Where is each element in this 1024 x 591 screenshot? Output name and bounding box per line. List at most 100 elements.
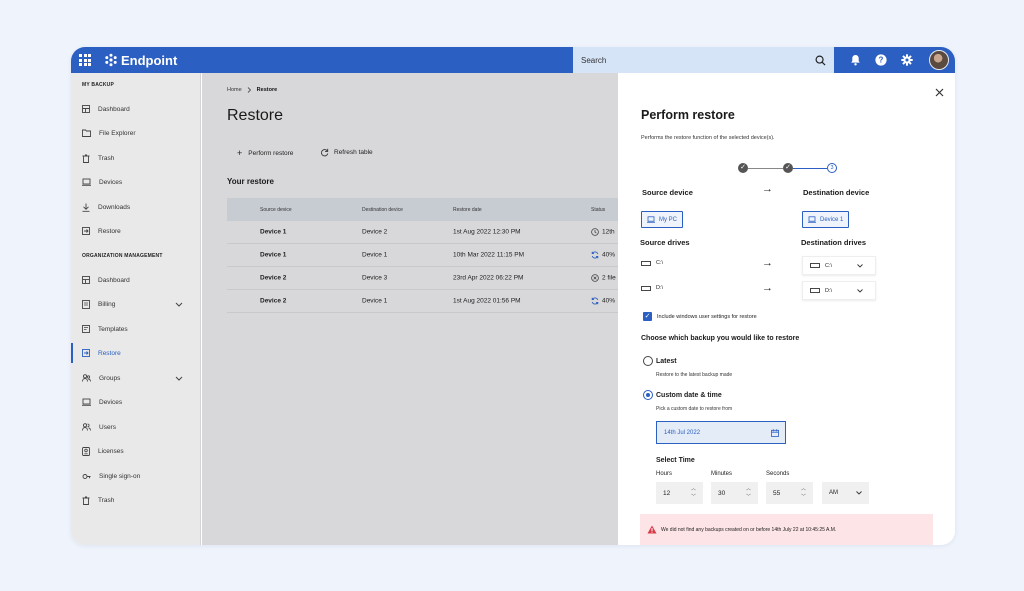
sidebar-item-label: Restore [98,349,121,357]
logo-icon [105,53,117,67]
avatar[interactable] [929,50,949,70]
sidebar-item-label: Downloads [98,203,131,211]
restore-icon [82,227,90,235]
users-icon [82,423,91,431]
ampm-select[interactable]: AM [822,482,869,504]
seconds-stepper[interactable]: 55 ︿ ﹀ [766,482,813,504]
source-device-chip[interactable]: My PC [641,211,683,228]
trash-icon [82,154,90,163]
destination-device-label: Destination device [803,188,870,197]
licenses-icon [82,446,90,456]
drive-icon [810,288,820,293]
cell-date: 10th Mar 2022 11:15 PM [453,251,525,259]
date-input[interactable]: 14th Jul 2022 [656,421,786,444]
cell-destination: Device 1 [362,251,388,259]
search-input[interactable] [581,55,815,65]
close-icon[interactable] [935,88,944,97]
cell-source: Device 1 [260,251,287,259]
minutes-value: 30 [718,489,726,497]
sidebar-heading-org: ORGANIZATION MANAGEMENT [82,253,163,259]
calendar-icon[interactable] [771,428,779,437]
sidebar-item-licenses[interactable]: Licenses [71,441,201,461]
stepper-arrows-icon[interactable]: ︿ ﹀ [691,485,696,501]
bell-icon[interactable] [850,54,861,66]
panel-title: Perform restore [641,108,735,122]
source-device-label: Source device [642,188,693,197]
drive-icon [641,260,651,266]
sidebar-item-org-trash[interactable]: Trash [71,490,201,510]
chevron-down-icon[interactable] [175,302,183,307]
table-row[interactable]: Device 1 Device 1 10th Mar 2022 11:15 PM… [227,244,622,267]
column-header-destination[interactable]: Destination device [362,207,403,213]
search-bar [573,47,834,73]
chevron-right-icon [247,87,251,93]
sidebar-item-file-explorer[interactable]: File Explorer [71,123,201,143]
destination-device-name: Device 1 [820,216,844,223]
stepper-arrows-icon[interactable]: ︿ ﹀ [801,485,806,501]
gear-icon[interactable] [901,54,913,66]
arrow-right-icon: → [762,282,773,294]
include-settings-checkbox[interactable]: ✓ [643,312,652,321]
sidebar-heading-my-backup: MY BACKUP [82,82,114,88]
sidebar-item-groups[interactable]: Groups [71,368,201,388]
drive-icon [810,263,820,268]
sidebar-item-org-dashboard[interactable]: Dashboard [71,270,201,290]
sidebar-item-org-devices[interactable]: Devices [71,392,201,412]
alert-text: We did not find any backups created on o… [661,526,837,533]
column-header-source[interactable]: Source device [260,207,292,213]
section-title: Your restore [227,177,274,186]
minutes-stepper[interactable]: 30 ︿ ﹀ [711,482,758,504]
destination-drive-select-d[interactable]: D:\ [802,281,876,300]
chevron-down-icon[interactable] [175,376,183,381]
sidebar-item-devices[interactable]: Devices [71,172,201,192]
download-icon [82,203,90,212]
folder-icon [82,129,91,137]
app-window: Endpoint ? MY BACKUP Dashboard File Expl… [71,47,955,545]
include-settings-label: Include windows user settings for restor… [657,314,757,320]
stepper-arrows-icon[interactable]: ︿ ﹀ [746,485,751,501]
search-icon[interactable] [815,55,826,66]
refresh-table-button[interactable]: Refresh table [320,148,373,157]
sidebar-item-label: Dashboard [98,105,130,113]
sidebar-item-billing[interactable]: Billing [71,294,201,314]
sidebar-item-trash[interactable]: Trash [71,148,201,168]
table-row[interactable]: Device 1 Device 2 1st Aug 2022 12:30 PM … [227,221,622,244]
stepper: ✓ ✓ 3 [738,163,838,173]
cell-source: Device 2 [260,297,287,305]
app-grid-icon[interactable] [79,54,91,66]
help-icon[interactable]: ? [875,54,887,66]
sidebar-item-templates[interactable]: Templates [71,319,201,339]
breadcrumb-home[interactable]: Home [227,87,242,93]
sidebar-item-org-restore[interactable]: Restore [71,343,201,363]
custom-date-radio[interactable] [643,390,653,400]
cell-status: 2 file [591,274,616,282]
minutes-label: Minutes [711,471,733,477]
templates-icon [82,325,90,333]
arrow-right-icon: → [762,183,773,195]
perform-restore-panel: Perform restore Performs the restore fun… [618,73,955,545]
hours-stepper[interactable]: 12 ︿ ﹀ [656,482,703,504]
hours-label: Hours [656,471,673,477]
table-row[interactable]: Device 2 Device 3 23rd Apr 2022 06:22 PM… [227,267,622,290]
latest-radio[interactable] [643,356,653,366]
destination-drive-label: D:\ [825,287,833,294]
status-text: 2 file [602,274,616,282]
main-content: Home Restore Restore + Perform restore R… [202,73,622,545]
table-row[interactable]: Device 2 Device 1 1st Aug 2022 01:56 PM … [227,290,622,313]
step-complete-icon: ✓ [738,163,748,173]
panel-subtitle: Performs the restore function of the sel… [641,135,775,141]
sidebar-item-downloads[interactable]: Downloads [71,197,201,217]
destination-device-chip[interactable]: Device 1 [802,211,850,228]
step-current: 3 [827,163,837,173]
sidebar-item-single-sign-on[interactable]: Single sign-on [71,466,201,486]
sidebar-item-users[interactable]: Users [71,417,201,437]
restore-table: Source device Destination device Restore… [227,198,622,313]
source-drive-label: D:\ [656,285,664,291]
dashboard-icon [82,276,90,284]
perform-restore-button[interactable]: + Perform restore [237,148,293,158]
sidebar-item-dashboard[interactable]: Dashboard [71,99,201,119]
column-header-status[interactable]: Status [591,207,605,213]
column-header-date[interactable]: Restore date [453,207,482,213]
sidebar-item-restore[interactable]: Restore [71,221,201,241]
destination-drive-select-c[interactable]: C:\ [802,256,876,275]
